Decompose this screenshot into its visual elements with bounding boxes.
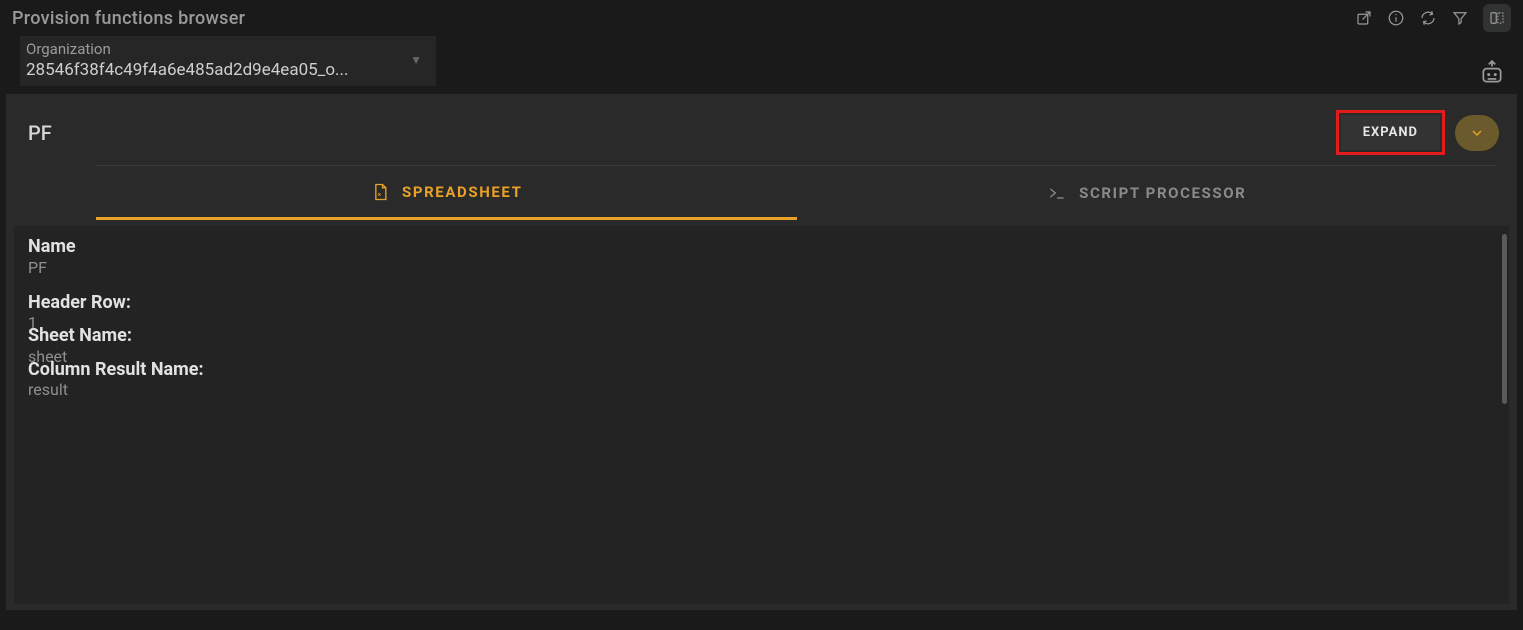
- tab-spreadsheet-label: SPREADSHEET: [402, 183, 523, 201]
- terminal-icon: [1047, 183, 1067, 203]
- refresh-icon[interactable]: [1419, 9, 1437, 27]
- tab-script-label: SCRIPT PROCESSOR: [1079, 184, 1246, 202]
- field-name: Name PF: [28, 236, 1497, 278]
- column-result-label: Column Result Name:: [28, 359, 1497, 382]
- svg-text:x: x: [378, 192, 383, 198]
- field-column-result: Column Result Name: result: [28, 359, 1497, 401]
- name-value: PF: [28, 258, 1497, 278]
- organization-select[interactable]: Organization 28546f38f4c49f4a6e485ad2d9e…: [20, 36, 436, 86]
- filter-icon[interactable]: [1451, 9, 1469, 27]
- sheet-name-label: Sheet Name:: [28, 325, 1497, 348]
- top-bar: Provision functions browser: [0, 0, 1523, 30]
- expand-button[interactable]: EXPAND: [1341, 115, 1440, 150]
- tab-script-processor[interactable]: SCRIPT PROCESSOR: [797, 166, 1498, 220]
- bot-upload-icon[interactable]: [1479, 60, 1505, 86]
- column-result-value: result: [28, 380, 1497, 400]
- panel-header: PF EXPAND: [6, 94, 1517, 165]
- organization-label: Organization: [26, 40, 349, 58]
- organization-value: 28546f38f4c49f4a6e485ad2d9e4ea05_o...: [26, 60, 349, 80]
- dropdown-caret-icon: ▼: [410, 53, 422, 67]
- tab-bar: x SPREADSHEET SCRIPT PROCESSOR: [96, 166, 1497, 220]
- org-row: Organization 28546f38f4c49f4a6e485ad2d9e…: [0, 30, 1523, 86]
- collapse-toggle[interactable]: [1455, 115, 1499, 151]
- share-icon[interactable]: [1355, 9, 1373, 27]
- page-title: Provision functions browser: [12, 8, 245, 29]
- header-row-label: Header Row:: [28, 292, 1497, 315]
- panel-title: PF: [28, 121, 52, 145]
- layout-icon[interactable]: [1483, 4, 1511, 32]
- function-panel: PF EXPAND x SPREADSHEET SCRIPT PROCESSOR: [6, 94, 1517, 610]
- details-pane: Name PF Header Row: 1 Sheet Name: sheet …: [14, 226, 1509, 604]
- organization-text: Organization 28546f38f4c49f4a6e485ad2d9e…: [26, 40, 349, 80]
- info-icon[interactable]: [1387, 9, 1405, 27]
- name-label: Name: [28, 236, 1497, 259]
- top-toolbar: [1355, 4, 1511, 32]
- tab-spreadsheet[interactable]: x SPREADSHEET: [96, 166, 797, 220]
- chevron-down-icon: [1469, 125, 1485, 141]
- panel-actions: EXPAND: [1336, 110, 1499, 155]
- spreadsheet-icon: x: [370, 182, 390, 202]
- expand-highlight: EXPAND: [1336, 110, 1445, 155]
